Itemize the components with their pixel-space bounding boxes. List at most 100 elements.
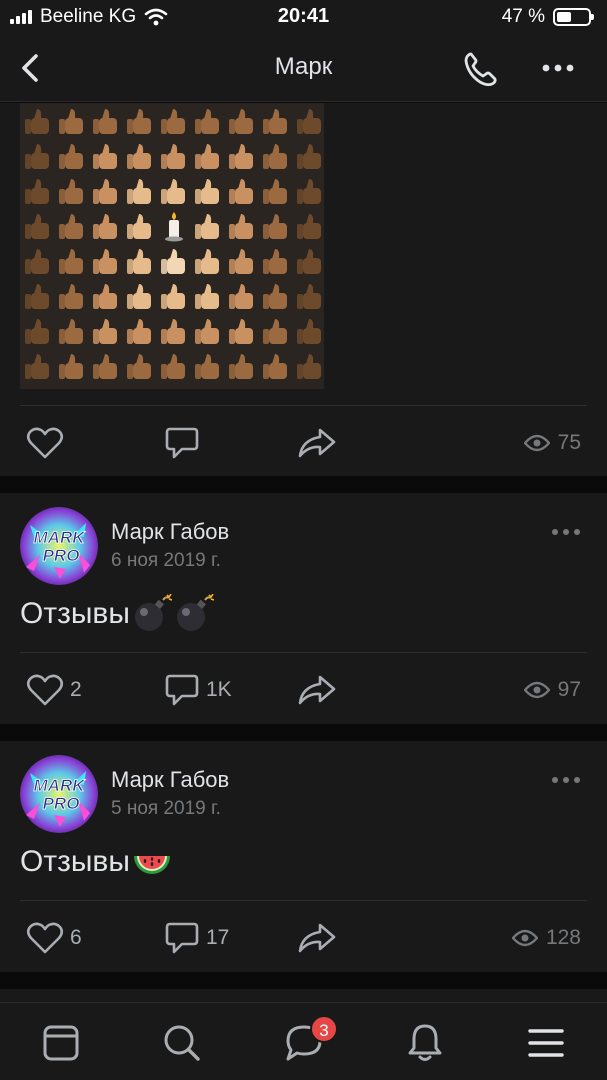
thumbs-up-emoji <box>161 319 185 344</box>
comment-button[interactable]: 17 <box>164 908 229 968</box>
avatar[interactable]: MARK PRO <box>20 755 98 833</box>
like-button[interactable]: 6 <box>26 908 82 968</box>
thumbs-up-emoji <box>25 109 49 134</box>
post-actions: 6 17 128 <box>0 908 607 968</box>
comment-icon <box>165 922 199 954</box>
comment-count: 17 <box>206 926 230 949</box>
thumbs-up-emoji <box>195 319 219 344</box>
like-button[interactable] <box>26 413 64 473</box>
thumbs-up-emoji-grid-image[interactable] <box>20 103 324 389</box>
thumbs-up-emoji <box>127 214 151 239</box>
thumbs-up-emoji <box>297 249 321 274</box>
more-dots-icon[interactable] <box>538 48 578 88</box>
post-text-label: Отзывы <box>20 845 130 878</box>
post-date[interactable]: 6 ноя 2019 г. <box>111 550 221 572</box>
thumbs-up-emoji <box>195 354 219 379</box>
thumbs-up-emoji <box>127 354 151 379</box>
thumbs-up-emoji <box>297 354 321 379</box>
thumbs-up-emoji <box>127 179 151 204</box>
post-text: Отзывы <box>20 842 172 882</box>
thumbs-up-emoji <box>161 249 185 274</box>
watermelon-emoji-icon <box>133 856 170 874</box>
thumbs-up-emoji <box>229 144 253 169</box>
thumbs-up-emoji <box>297 144 321 169</box>
post-card: MARK PRO Марк Габов 6 ноя 2019 г. Отзывы… <box>0 493 607 724</box>
thumbs-up-emoji <box>229 214 253 239</box>
status-bar: Beeline KG 20:41 47 % <box>0 0 607 34</box>
post-more-icon[interactable] <box>548 520 584 544</box>
comment-icon <box>165 427 199 459</box>
thumbs-up-emoji <box>297 214 321 239</box>
bomb-emoji-icon <box>134 594 172 631</box>
post-date[interactable]: 5 ноя 2019 г. <box>111 798 221 820</box>
thumbs-up-emoji <box>93 284 117 309</box>
page-title: Марк <box>274 53 333 80</box>
post-actions: 75 <box>0 413 607 473</box>
search-icon[interactable] <box>160 1021 204 1065</box>
thumbs-up-emoji <box>59 249 83 274</box>
post-text: Отзывы <box>20 594 214 634</box>
thumbs-up-emoji <box>161 179 185 204</box>
thumbs-up-emoji <box>127 284 151 309</box>
heart-icon <box>26 427 64 459</box>
author-name[interactable]: Марк Габов <box>111 519 229 545</box>
phone-icon[interactable] <box>460 48 502 90</box>
avatar-text: PRO <box>43 546 80 565</box>
views-number: 128 <box>545 926 581 949</box>
thumbs-up-emoji <box>25 179 49 204</box>
tab-bar: 3 <box>0 1002 607 1080</box>
avatar-text: MARK <box>34 776 87 795</box>
thumbs-up-emoji <box>297 179 321 204</box>
like-count: 2 <box>70 678 82 701</box>
navigation-bar: Марк <box>0 34 607 102</box>
avatar[interactable]: MARK PRO <box>20 507 98 585</box>
share-button[interactable] <box>296 660 338 720</box>
eye-icon <box>511 929 538 947</box>
candle-emoji <box>165 212 183 242</box>
views-count: 75 <box>523 413 581 473</box>
eye-icon <box>523 681 550 699</box>
thumbs-up-emoji <box>195 179 219 204</box>
avatar-text: PRO <box>43 794 80 813</box>
thumbs-up-emoji <box>93 179 117 204</box>
thumbs-up-emoji <box>161 354 185 379</box>
comment-icon <box>165 674 199 706</box>
share-button[interactable] <box>296 413 338 473</box>
thumbs-up-emoji <box>93 144 117 169</box>
share-icon <box>298 428 336 458</box>
thumbs-up-emoji <box>59 144 83 169</box>
views-count: 97 <box>523 660 581 720</box>
thumbs-up-emoji <box>195 249 219 274</box>
divider <box>20 652 587 653</box>
thumbs-up-emoji <box>59 214 83 239</box>
post-card-partial <box>0 989 607 1002</box>
eye-icon <box>523 434 550 452</box>
thumbs-up-emoji <box>127 144 151 169</box>
thumbs-up-emoji <box>127 249 151 274</box>
notifications-icon[interactable] <box>403 1021 447 1065</box>
share-button[interactable] <box>296 908 338 968</box>
thumbs-up-emoji <box>263 319 287 344</box>
thumbs-up-emoji <box>263 284 287 309</box>
battery-icon <box>553 8 594 26</box>
menu-icon[interactable] <box>524 1021 568 1065</box>
comment-count: 1K <box>206 678 232 701</box>
thumbs-up-emoji <box>59 354 83 379</box>
post-more-icon[interactable] <box>548 768 584 792</box>
like-button[interactable]: 2 <box>26 660 82 720</box>
comment-button[interactable] <box>164 413 200 473</box>
thumbs-up-emoji <box>229 284 253 309</box>
thumbs-up-emoji <box>59 284 83 309</box>
author-name[interactable]: Марк Габов <box>111 767 229 793</box>
thumbs-up-emoji <box>263 109 287 134</box>
bomb-emoji-icon <box>176 594 214 631</box>
thumbs-up-emoji <box>229 109 253 134</box>
comment-button[interactable]: 1K <box>164 660 232 720</box>
thumbs-up-emoji <box>25 214 49 239</box>
thumbs-up-emoji <box>297 319 321 344</box>
thumbs-up-emoji <box>229 354 253 379</box>
news-icon[interactable] <box>39 1021 83 1065</box>
heart-icon <box>26 922 64 954</box>
thumbs-up-emoji <box>161 144 185 169</box>
thumbs-up-emoji <box>25 319 49 344</box>
